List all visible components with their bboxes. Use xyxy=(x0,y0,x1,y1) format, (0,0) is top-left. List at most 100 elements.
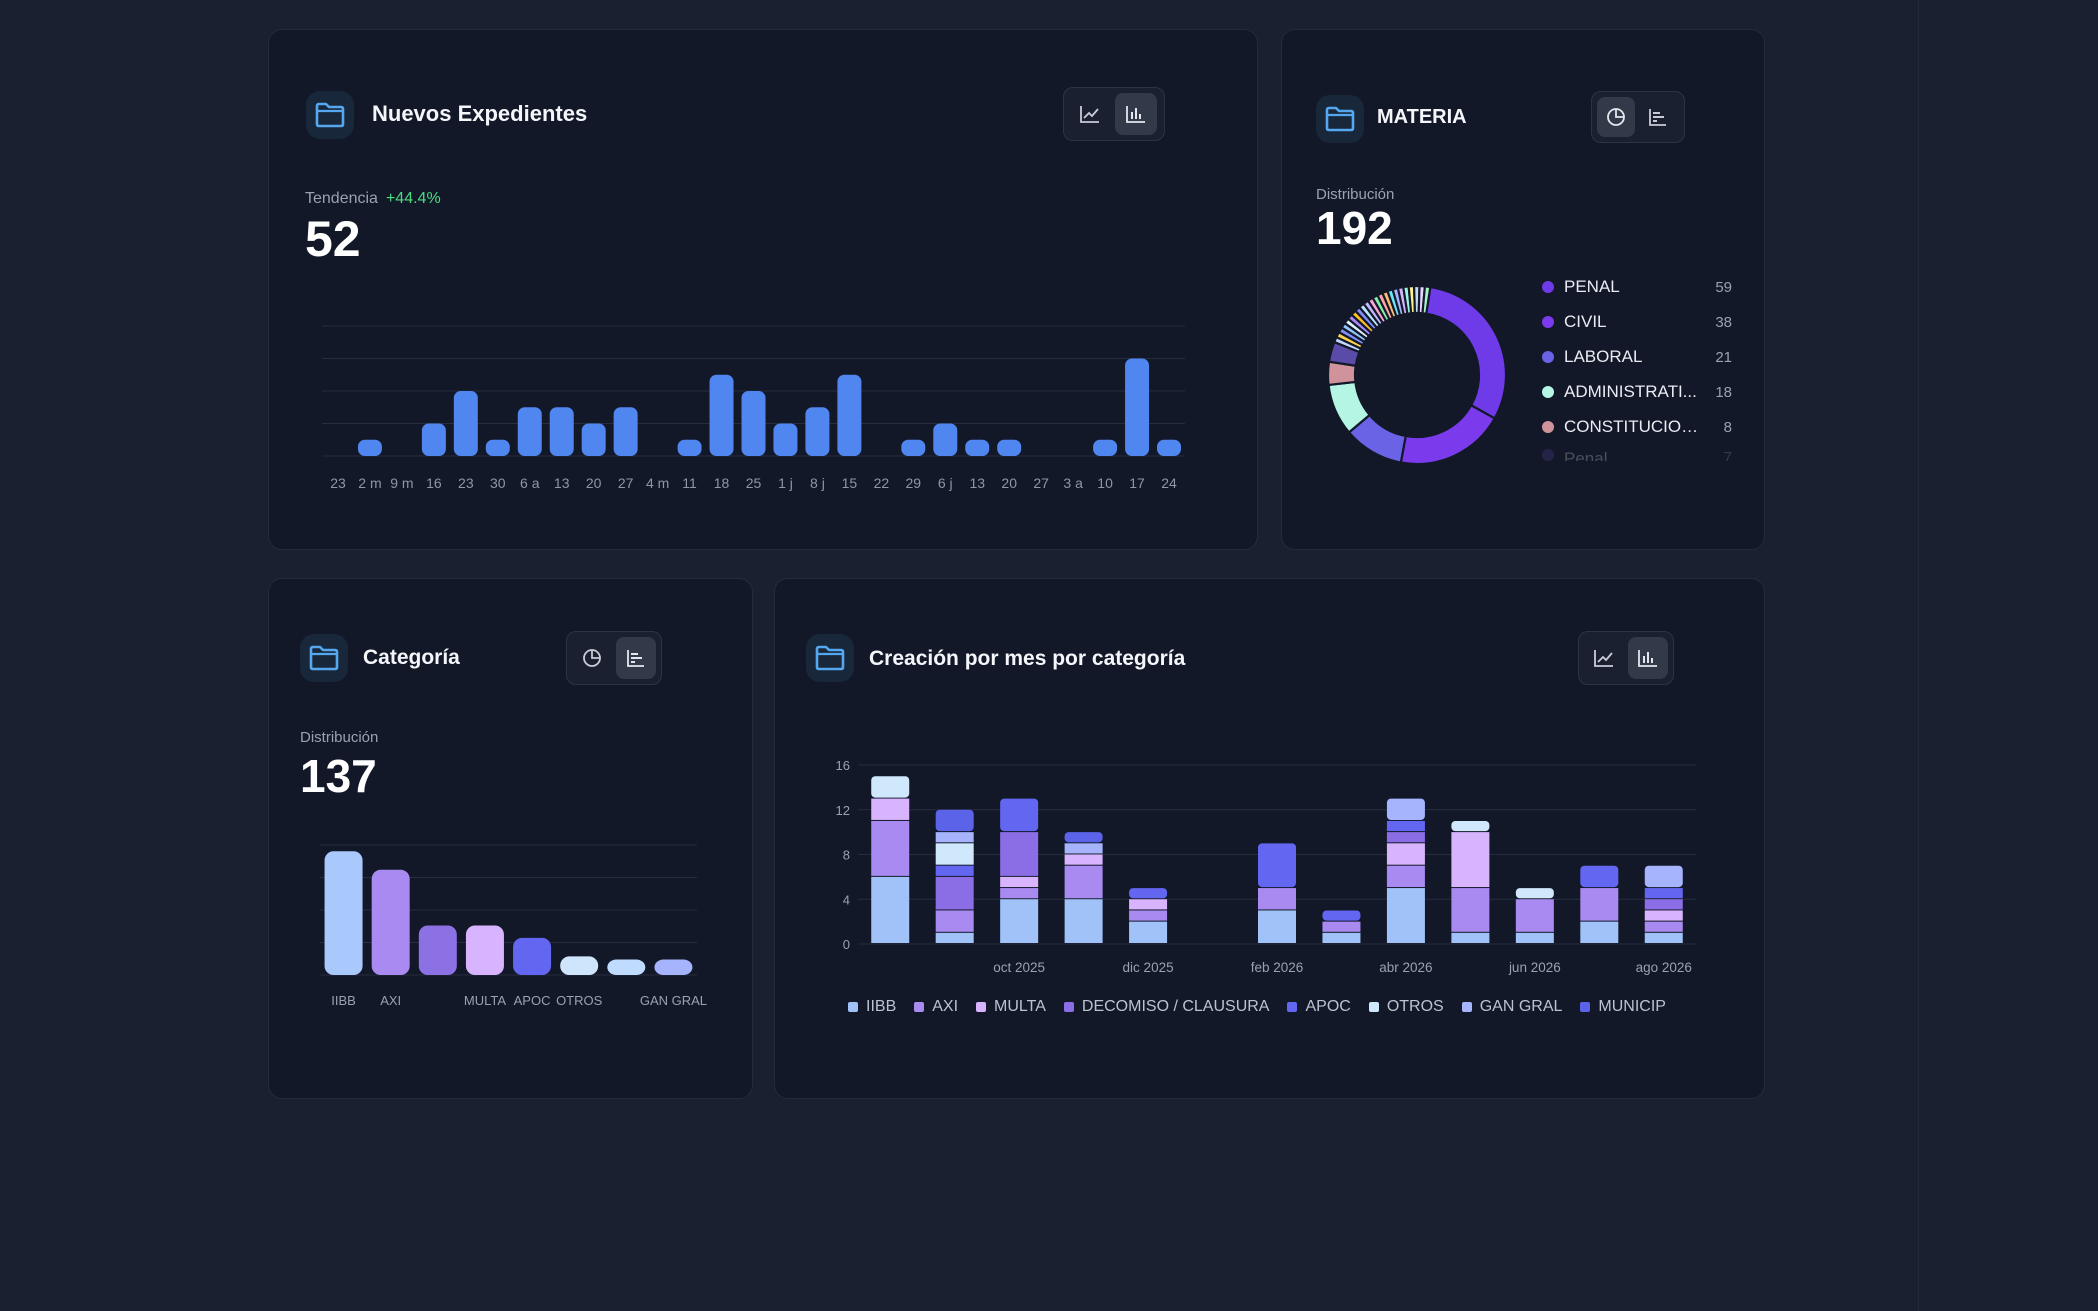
bar[interactable] xyxy=(805,407,830,456)
stacked-bar-segment[interactable] xyxy=(1644,932,1683,943)
bar[interactable] xyxy=(741,391,766,456)
line-chart-icon[interactable] xyxy=(1069,93,1111,135)
bar-chart-icon[interactable] xyxy=(1115,93,1157,135)
bar[interactable] xyxy=(371,869,410,975)
stacked-bar-segment[interactable] xyxy=(1580,921,1619,943)
bar[interactable] xyxy=(613,407,638,456)
stacked-bar-segment[interactable] xyxy=(1258,910,1296,943)
pie-chart-icon[interactable] xyxy=(1597,97,1635,137)
bar[interactable] xyxy=(709,374,734,456)
legend-item[interactable]: Penal 7 xyxy=(1542,449,1732,461)
stacked-bar-segment[interactable] xyxy=(935,910,974,932)
legend-item[interactable]: CONSTITUCION... 8 xyxy=(1542,414,1732,440)
stacked-bar-segment[interactable] xyxy=(1064,865,1103,899)
stacked-bar-segment[interactable] xyxy=(1386,843,1425,865)
stacked-bar-segment[interactable] xyxy=(871,820,910,876)
stacked-bar-segment[interactable] xyxy=(935,843,974,865)
bar[interactable] xyxy=(421,423,446,457)
legend-item[interactable]: ADMINISTRATI... 18 xyxy=(1542,379,1732,405)
bar[interactable] xyxy=(560,956,599,975)
stacked-bar-segment[interactable] xyxy=(871,798,910,820)
stacked-bar-segment[interactable] xyxy=(1644,888,1683,899)
donut-slice[interactable] xyxy=(1425,285,1508,420)
stacked-bar-segment[interactable] xyxy=(1386,865,1425,888)
bar[interactable] xyxy=(465,925,504,975)
stacked-bar-segment[interactable] xyxy=(935,876,974,910)
bar[interactable] xyxy=(677,439,702,456)
stacked-bar-segment[interactable] xyxy=(1515,899,1554,932)
bar[interactable] xyxy=(513,937,552,975)
stacked-bar-segment[interactable] xyxy=(935,865,974,876)
legend-item[interactable]: MUNICIP xyxy=(1580,998,1666,1016)
bar-chart-icon[interactable] xyxy=(1628,637,1668,679)
bar[interactable] xyxy=(773,423,798,457)
legend-item[interactable]: IIBB xyxy=(848,998,896,1016)
horizontal-bar-chart-icon[interactable] xyxy=(1639,97,1677,137)
bar[interactable] xyxy=(418,925,457,975)
stacked-bar-segment[interactable] xyxy=(871,876,910,943)
stacked-bar-segment[interactable] xyxy=(1451,888,1490,932)
bar[interactable] xyxy=(1093,439,1118,456)
stacked-bar-segment[interactable] xyxy=(1451,832,1490,888)
bar[interactable] xyxy=(581,423,606,457)
stacked-bar-segment[interactable] xyxy=(1386,820,1425,832)
legend-item[interactable]: APOC xyxy=(1287,998,1351,1016)
bar[interactable] xyxy=(453,391,478,456)
bar[interactable] xyxy=(607,959,646,975)
stacked-bar-segment[interactable] xyxy=(1322,921,1361,932)
legend-item[interactable]: MULTA xyxy=(976,998,1046,1016)
bar[interactable] xyxy=(549,407,574,456)
legend-item[interactable]: OTROS xyxy=(1368,998,1444,1016)
stacked-bar-segment[interactable] xyxy=(1386,798,1425,820)
legend-item[interactable]: AXI xyxy=(914,998,958,1016)
stacked-bar-segment[interactable] xyxy=(1322,910,1361,921)
stacked-bar-segment[interactable] xyxy=(1386,888,1425,943)
stacked-bar-segment[interactable] xyxy=(1064,854,1103,865)
horizontal-bar-chart-icon[interactable] xyxy=(616,637,656,679)
stacked-bar-segment[interactable] xyxy=(1000,876,1039,888)
stacked-bar-segment[interactable] xyxy=(1644,921,1683,932)
stacked-bar-segment[interactable] xyxy=(1000,899,1039,943)
stacked-bar-segment[interactable] xyxy=(1064,832,1103,843)
legend-item[interactable]: PENAL 59 xyxy=(1542,274,1732,300)
bar[interactable] xyxy=(517,407,542,456)
bar[interactable] xyxy=(933,423,958,457)
stacked-bar-segment[interactable] xyxy=(1129,888,1168,899)
stacked-bar-segment[interactable] xyxy=(1000,888,1039,899)
stacked-bar-segment[interactable] xyxy=(1580,865,1619,888)
stacked-bar-segment[interactable] xyxy=(1000,832,1039,876)
stacked-bar-segment[interactable] xyxy=(1515,888,1554,899)
stacked-bar-segment[interactable] xyxy=(1000,798,1039,832)
bar[interactable] xyxy=(1157,439,1182,456)
legend-item[interactable]: DECOMISO / CLAUSURA xyxy=(1063,998,1269,1016)
legend-item[interactable]: LABORAL 21 xyxy=(1542,344,1732,370)
stacked-bar-segment[interactable] xyxy=(935,832,974,843)
stacked-bar-segment[interactable] xyxy=(1386,832,1425,843)
bar[interactable] xyxy=(965,439,990,456)
bar[interactable] xyxy=(901,439,926,456)
stacked-bar-segment[interactable] xyxy=(1644,910,1683,921)
stacked-bar-segment[interactable] xyxy=(1644,865,1683,888)
stacked-bar-segment[interactable] xyxy=(1129,910,1168,921)
bar[interactable] xyxy=(324,851,363,975)
bar[interactable] xyxy=(1125,358,1150,457)
stacked-bar-segment[interactable] xyxy=(935,809,974,832)
stacked-bar-segment[interactable] xyxy=(935,932,974,943)
stacked-bar-segment[interactable] xyxy=(871,776,910,798)
bar[interactable] xyxy=(357,439,382,456)
legend-item[interactable]: CIVIL 38 xyxy=(1542,309,1732,335)
pie-chart-icon[interactable] xyxy=(572,637,612,679)
stacked-bar-segment[interactable] xyxy=(1644,899,1683,910)
stacked-bar-segment[interactable] xyxy=(1129,899,1168,910)
bar[interactable] xyxy=(654,959,693,975)
stacked-bar-segment[interactable] xyxy=(1580,888,1619,921)
bar[interactable] xyxy=(997,439,1022,456)
bar[interactable] xyxy=(485,439,510,456)
bar[interactable] xyxy=(837,374,862,456)
stacked-bar-segment[interactable] xyxy=(1451,820,1490,832)
stacked-bar-segment[interactable] xyxy=(1258,888,1296,910)
line-chart-icon[interactable] xyxy=(1584,637,1624,679)
stacked-bar-segment[interactable] xyxy=(1258,843,1296,888)
stacked-bar-segment[interactable] xyxy=(1064,843,1103,854)
legend-item[interactable]: GAN GRAL xyxy=(1461,998,1562,1016)
